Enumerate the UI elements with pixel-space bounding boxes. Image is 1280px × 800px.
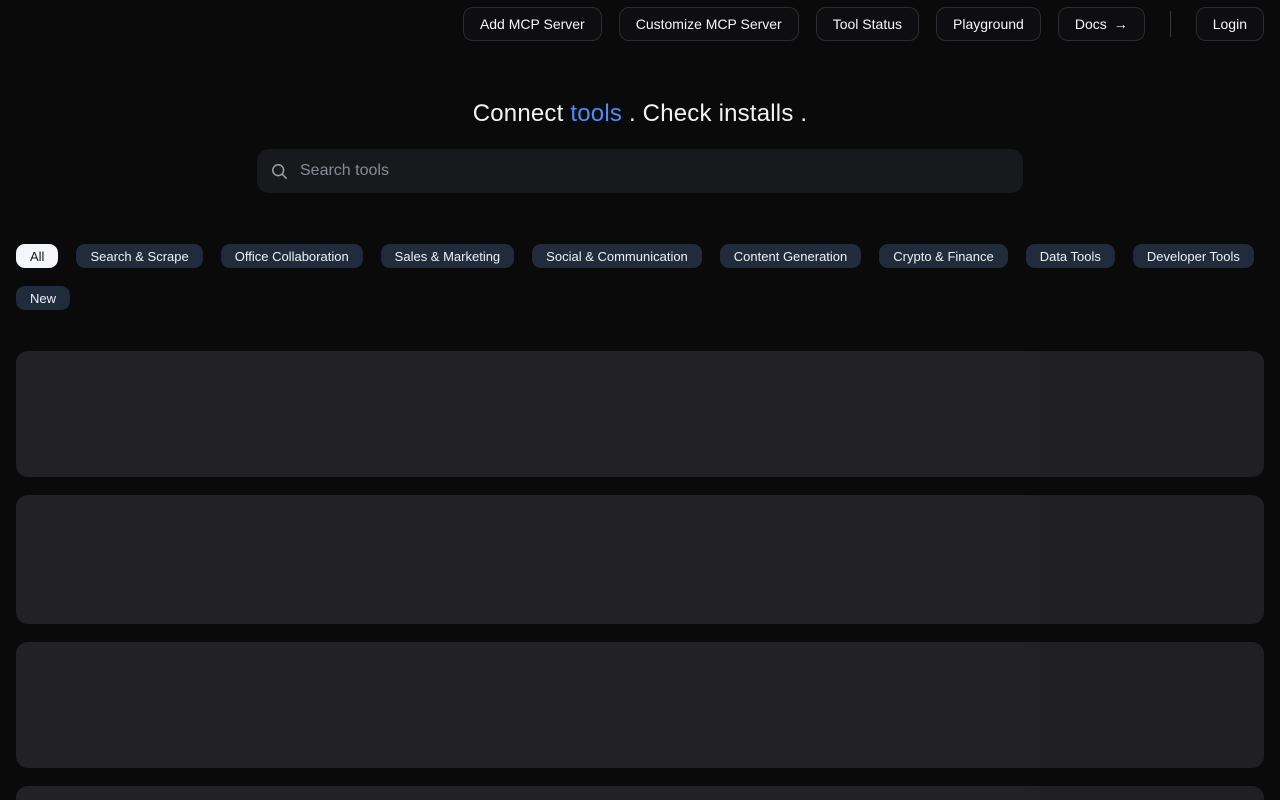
nav-item-docs[interactable]: Docs → — [1057, 7, 1145, 41]
nav-item-label: Playground — [953, 16, 1024, 32]
search-input[interactable] — [298, 161, 1009, 181]
filter-chip-sales-marketing[interactable]: Sales & Marketing — [380, 244, 515, 268]
nav-item-label: Customize MCP Server — [635, 16, 782, 32]
title-accent-word: tools — [570, 100, 623, 127]
skeleton-card-list — [16, 351, 1264, 800]
skeleton-card — [16, 642, 1264, 768]
filter-chip-all[interactable]: All — [16, 244, 59, 268]
nav-item-customize-mcp-server[interactable]: Customize MCP Server — [618, 7, 799, 41]
arrow-right-icon: → — [1113, 16, 1128, 32]
nav-divider — [1169, 11, 1171, 37]
title-suffix: . Check installs . — [622, 100, 808, 127]
search-icon — [272, 163, 287, 179]
filter-chip-search-scrape[interactable]: Search & Scrape — [76, 244, 203, 268]
skeleton-card — [16, 495, 1264, 624]
filter-chip-developer-tools[interactable]: Developer Tools — [1132, 244, 1254, 268]
filter-chip-data-tools[interactable]: Data Tools — [1025, 244, 1115, 268]
main-content: Connect tools . Check installs . All Sear… — [0, 100, 1280, 800]
nav-item-add-mcp-server[interactable]: Add MCP Server — [462, 7, 602, 41]
nav-item-playground[interactable]: Playground — [936, 7, 1041, 41]
title-prefix: Connect — [472, 100, 571, 127]
nav-item-label: Add MCP Server — [479, 16, 585, 32]
page-title: Connect tools . Check installs . — [0, 100, 1280, 128]
filter-chip-social-communication[interactable]: Social & Communication — [532, 244, 702, 268]
login-button[interactable]: Login — [1195, 7, 1264, 41]
filter-chip-new[interactable]: New — [16, 286, 71, 310]
skeleton-card — [16, 351, 1264, 477]
filter-chip-office-collaboration[interactable]: Office Collaboration — [220, 244, 363, 268]
skeleton-card — [16, 786, 1264, 800]
nav-item-label: Tool Status — [832, 16, 902, 32]
filter-chips: All Search & Scrape Office Collaboration Sa… — [16, 244, 1264, 310]
nav-item-label: Docs — [1074, 16, 1107, 32]
filter-chip-crypto-finance[interactable]: Crypto & Finance — [879, 244, 1008, 268]
search-bar — [257, 149, 1023, 193]
login-button-label: Login — [1212, 16, 1247, 32]
filter-chip-content-generation[interactable]: Content Generation — [719, 244, 862, 268]
nav-item-tool-status[interactable]: Tool Status — [815, 7, 919, 41]
top-nav: Add MCP Server Customize MCP Server Tool S… — [0, 0, 1280, 41]
